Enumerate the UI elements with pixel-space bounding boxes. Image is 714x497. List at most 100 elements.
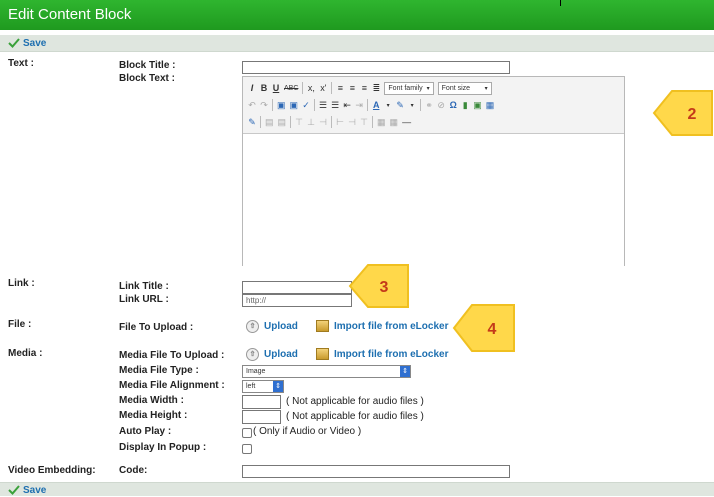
- editor-toolbar-row-1: I B U ABC x, x' ≡ ≡ ≡ ≣ Font family ▾ Fon…: [248, 80, 492, 96]
- bullet-list-icon[interactable]: ☰: [319, 100, 327, 111]
- media-width-input[interactable]: [242, 395, 281, 409]
- insert-row-after-icon[interactable]: ⊥: [307, 117, 315, 128]
- edit-source-icon[interactable]: ✎: [248, 117, 256, 128]
- align-justify-icon[interactable]: ≣: [372, 83, 381, 94]
- chevron-down-icon[interactable]: ▾: [408, 102, 416, 109]
- callout-2: 2: [652, 90, 713, 136]
- media-upload-button[interactable]: ⇧ Upload: [246, 348, 298, 361]
- media-height-note: ( Not applicable for audio files ): [286, 411, 424, 422]
- image-icon[interactable]: ▣: [473, 100, 482, 111]
- cell-properties-icon[interactable]: ▤: [278, 117, 287, 128]
- toolbar-separator: [290, 116, 292, 128]
- highlight-color-icon[interactable]: ✎: [396, 100, 404, 111]
- redo-icon[interactable]: ↷: [260, 100, 268, 111]
- file-section-label: File :: [8, 319, 32, 330]
- toolbar-separator: [302, 82, 304, 94]
- callout-3: 3: [348, 264, 409, 308]
- media-width-note: ( Not applicable for audio files ): [286, 396, 424, 407]
- link-icon[interactable]: ⚭: [425, 100, 433, 111]
- media-height-input[interactable]: [242, 410, 281, 424]
- cleanup-icon[interactable]: ✓: [302, 100, 310, 111]
- display-popup-checkbox[interactable]: [242, 444, 252, 454]
- underline-button[interactable]: U: [272, 83, 280, 93]
- merge-cells-icon[interactable]: ▦: [390, 117, 399, 128]
- autoplay-checkbox[interactable]: [242, 428, 252, 438]
- import-icon: [316, 348, 329, 360]
- align-left-icon[interactable]: ≡: [336, 83, 344, 93]
- italic-button[interactable]: I: [248, 83, 256, 93]
- insert-col-before-icon[interactable]: ⊢: [336, 117, 344, 128]
- chevron-down-icon[interactable]: ▾: [384, 102, 392, 109]
- outdent-icon[interactable]: ⇤: [343, 100, 351, 111]
- link-title-input[interactable]: [242, 281, 352, 294]
- save-button-top[interactable]: Save: [8, 36, 46, 50]
- insert-col-after-icon[interactable]: ⊣: [348, 117, 356, 128]
- toolbar-separator: [331, 82, 333, 94]
- file-upload-button[interactable]: ⇧ Upload: [246, 320, 298, 333]
- toolbar-separator: [272, 99, 273, 111]
- text-section-label: Text :: [8, 58, 34, 69]
- import-label: Import file from eLocker: [334, 348, 449, 360]
- numbered-list-icon[interactable]: ☰: [331, 100, 339, 111]
- select-arrow-icon: ⇕: [273, 381, 283, 392]
- delete-row-icon[interactable]: ⊣: [319, 117, 327, 128]
- media-height-label: Media Height :: [119, 410, 188, 421]
- row-properties-icon[interactable]: ▤: [265, 117, 274, 128]
- editor-text-area[interactable]: [243, 133, 624, 266]
- checkmark-icon: [8, 38, 20, 48]
- link-title-label: Link Title :: [119, 281, 169, 292]
- font-size-value: Font size: [441, 84, 471, 92]
- indent-icon[interactable]: ⇥: [355, 100, 363, 111]
- select-arrow-icon: ⇕: [400, 366, 410, 377]
- media-import-elocker-button[interactable]: Import file from eLocker: [316, 348, 448, 360]
- bold-button[interactable]: B: [260, 83, 268, 93]
- undo-icon[interactable]: ↶: [248, 100, 256, 111]
- media-icon[interactable]: ▮: [461, 100, 469, 111]
- file-import-elocker-button[interactable]: Import file from eLocker: [316, 320, 448, 332]
- toolbar-separator: [367, 99, 369, 111]
- file-upload-label: File To Upload :: [119, 322, 194, 333]
- import-label: Import file from eLocker: [334, 320, 449, 332]
- video-code-input[interactable]: [242, 465, 510, 478]
- bottom-save-bar: Save: [0, 482, 714, 496]
- window-title: Edit Content Block: [8, 6, 132, 23]
- split-cells-icon[interactable]: ▦: [377, 117, 386, 128]
- toolbar-separator: [260, 116, 261, 128]
- chevron-down-icon: ▾: [484, 85, 488, 92]
- align-right-icon[interactable]: ≡: [360, 83, 368, 93]
- special-character-icon[interactable]: Ω: [449, 100, 457, 110]
- chevron-down-icon: ▾: [426, 85, 430, 92]
- superscript-button[interactable]: x': [319, 83, 327, 93]
- insert-row-before-icon[interactable]: ⊤: [295, 117, 303, 128]
- toolbar-separator: [314, 99, 316, 111]
- link-section-label: Link :: [8, 278, 35, 289]
- display-popup-label: Display In Popup :: [119, 442, 207, 453]
- media-type-select[interactable]: Image ⇕: [242, 365, 411, 378]
- paste-icon[interactable]: ▣: [277, 100, 286, 111]
- media-alignment-value: left: [246, 383, 256, 390]
- delete-col-icon[interactable]: ⊤: [360, 117, 368, 128]
- import-icon: [316, 320, 329, 332]
- media-alignment-select[interactable]: left ⇕: [242, 380, 284, 393]
- font-size-select[interactable]: Font size ▾: [437, 81, 492, 95]
- editor-toolbar-row-3: ✎ ▤ ▤ ⊤ ⊥ ⊣ ⊢ ⊣ ⊤ ▦ ▦ —: [248, 114, 411, 130]
- font-family-select[interactable]: Font family ▾: [384, 81, 434, 95]
- callout-4: 4: [452, 304, 515, 352]
- media-width-label: Media Width :: [119, 395, 184, 406]
- upload-icon: ⇧: [246, 348, 259, 361]
- link-url-input[interactable]: http://: [242, 294, 352, 307]
- toolbar-separator: [331, 116, 333, 128]
- callout-2-number: 2: [688, 106, 697, 123]
- table-icon[interactable]: ▦: [486, 100, 495, 111]
- horizontal-rule-button[interactable]: —: [402, 117, 411, 127]
- top-save-bar: Save: [0, 35, 714, 52]
- align-center-icon[interactable]: ≡: [348, 83, 356, 93]
- paste-word-icon[interactable]: ▣: [290, 100, 299, 111]
- block-title-input[interactable]: [242, 61, 510, 74]
- unlink-icon[interactable]: ⊘: [437, 100, 445, 111]
- toolbar-separator: [372, 116, 374, 128]
- strikethrough-button[interactable]: ABC: [284, 85, 298, 92]
- text-color-icon[interactable]: A: [372, 100, 380, 110]
- subscript-button[interactable]: x,: [307, 83, 315, 93]
- media-type-value: Image: [246, 368, 266, 375]
